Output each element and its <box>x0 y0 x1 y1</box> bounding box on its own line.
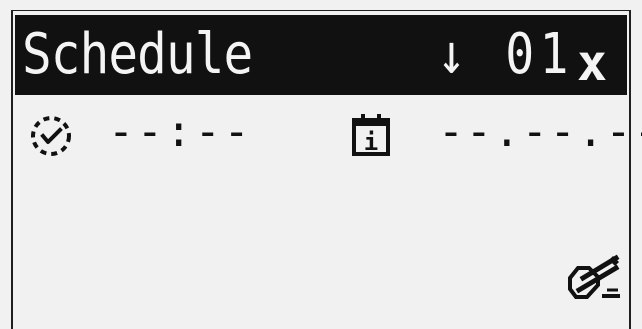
entry-number[interactable]: ↓ 01 <box>437 27 574 83</box>
close-button[interactable]: x <box>577 38 607 88</box>
calendar-icon-label: i <box>364 128 378 156</box>
clock-icon <box>31 116 71 156</box>
calendar-icon: i <box>352 114 390 156</box>
date-value[interactable]: --.--.-- <box>438 110 642 154</box>
time-value[interactable]: --:-- <box>108 110 253 154</box>
page-title: Schedule <box>22 22 253 87</box>
edit-pencil-icon[interactable] <box>558 250 628 306</box>
